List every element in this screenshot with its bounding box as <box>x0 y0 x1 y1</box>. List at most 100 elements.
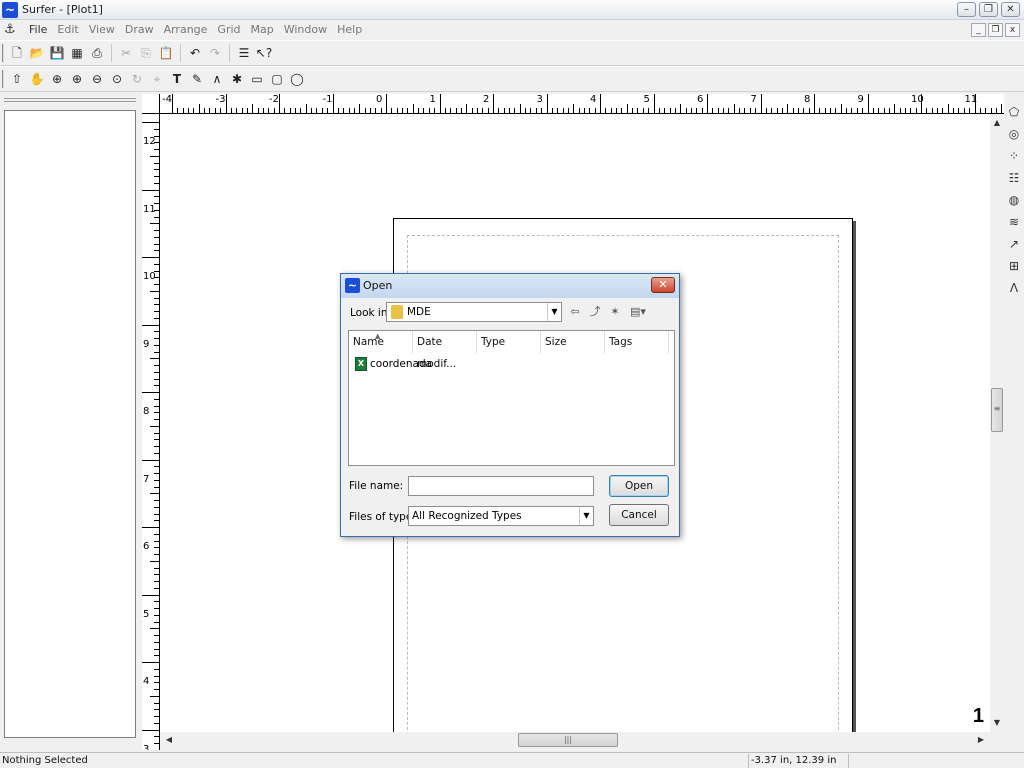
menu-help[interactable]: Help <box>332 23 367 36</box>
scroll-left-icon[interactable]: ◀ <box>162 733 176 747</box>
ruler-tick <box>616 108 618 113</box>
text-tool-icon[interactable]: T <box>168 70 186 88</box>
surfer-app-icon[interactable]: ~ <box>2 2 18 18</box>
ruler-tick <box>154 162 159 164</box>
zoom-in-rect-icon[interactable]: ⊕ <box>68 70 86 88</box>
object-manager-icon[interactable]: ☰ <box>235 44 253 62</box>
paste-icon[interactable]: 📋 <box>157 44 175 62</box>
copy-icon[interactable]: ⎘ <box>137 44 155 62</box>
ruler-tick <box>824 108 826 113</box>
post-map-icon[interactable]: ⁘ <box>1006 148 1022 164</box>
close-button[interactable]: ✕ <box>1001 2 1020 17</box>
ruler-tick <box>154 486 159 488</box>
ruler-tick <box>632 108 634 113</box>
image-map-icon[interactable]: ◍ <box>1006 192 1022 208</box>
vector-map-icon[interactable]: ↗ <box>1006 236 1022 252</box>
open-button[interactable]: Open <box>609 475 669 497</box>
doc-restore-button[interactable]: ❐ <box>988 23 1003 37</box>
ruler-tick <box>142 662 159 663</box>
doc-minimize-button[interactable]: _ <box>971 23 986 37</box>
column-header-date[interactable]: Date modif... <box>413 331 477 370</box>
maximize-button[interactable]: ❐ <box>979 2 998 17</box>
title-bar: ~ Surfer - [Plot1] – ❐ ✕ <box>0 0 1024 20</box>
files-of-type-dropdown[interactable]: All Recognized Types ▼ <box>408 506 594 526</box>
ruler-tick <box>915 108 917 113</box>
document-menu-icon[interactable]: ⚓ <box>4 22 20 38</box>
back-arrow-icon[interactable]: ⇦ <box>567 304 583 320</box>
scroll-down-icon[interactable]: ▼ <box>990 716 1004 730</box>
ruler-label: 6 <box>143 541 150 552</box>
pan-hand-icon[interactable]: ✋ <box>28 70 46 88</box>
contour-map-icon[interactable]: ◎ <box>1006 126 1022 142</box>
look-in-dropdown[interactable]: MDE ▼ <box>386 302 562 322</box>
rounded-rect-tool-icon[interactable]: ▢ <box>268 70 286 88</box>
file-list[interactable]: ▲ Name Date modif... Type Size Tags X co… <box>348 330 675 466</box>
ruler-tick <box>450 108 452 113</box>
menu-map[interactable]: Map <box>246 23 279 36</box>
chevron-down-icon[interactable]: ▼ <box>579 507 593 525</box>
worksheet-icon[interactable]: ▦ <box>68 44 86 62</box>
dialog-title-bar[interactable]: ~ Open ✕ <box>341 274 679 298</box>
ellipse-tool-icon[interactable]: ◯ <box>288 70 306 88</box>
object-tree[interactable] <box>4 110 136 738</box>
new-folder-icon[interactable]: ✶ <box>607 304 623 320</box>
surface-icon[interactable]: Λ <box>1006 280 1022 296</box>
rectangle-tool-icon[interactable]: ▭ <box>248 70 266 88</box>
doc-close-button[interactable]: x <box>1005 23 1020 37</box>
ruler-tick <box>926 108 928 113</box>
wireframe-icon[interactable]: ⊞ <box>1006 258 1022 274</box>
ruler-tick <box>316 108 318 113</box>
menu-draw[interactable]: Draw <box>120 23 159 36</box>
help-pointer-icon[interactable]: ↖? <box>255 44 273 62</box>
base-map-icon[interactable]: ⬠ <box>1006 104 1022 120</box>
redo-icon[interactable]: ↷ <box>206 44 224 62</box>
polygon-tool-icon[interactable]: ✎ <box>188 70 206 88</box>
ruler-tick <box>150 695 159 697</box>
horizontal-scrollbar[interactable]: ◀ ||| ▶ <box>160 732 990 748</box>
menu-view[interactable]: View <box>84 23 120 36</box>
panel-grip[interactable] <box>4 98 136 102</box>
chevron-down-icon[interactable]: ▼ <box>547 303 561 321</box>
ruler-tick <box>444 108 446 113</box>
cut-icon[interactable]: ✂ <box>117 44 135 62</box>
view-menu-icon[interactable]: ▤▾ <box>627 304 649 320</box>
ruler-tick <box>883 108 885 113</box>
polyline-tool-icon[interactable]: ∧ <box>208 70 226 88</box>
scroll-right-icon[interactable]: ▶ <box>974 733 988 747</box>
vertical-scroll-thumb[interactable]: ≡ <box>991 388 1003 432</box>
shaded-relief-icon[interactable]: ≋ <box>1006 214 1022 230</box>
select-arrow-icon[interactable]: ⇧ <box>8 70 26 88</box>
column-header-name[interactable]: ▲ Name <box>349 331 413 353</box>
menu-grid[interactable]: Grid <box>212 23 245 36</box>
file-item-coordenada[interactable]: X coordenada <box>355 357 432 371</box>
undo-icon[interactable]: ↶ <box>186 44 204 62</box>
zoom-out-icon[interactable]: ⊖ <box>88 70 106 88</box>
column-header-size[interactable]: Size <box>541 331 605 353</box>
digitize-icon[interactable]: ⌖ <box>148 70 166 88</box>
file-name-input[interactable] <box>408 476 594 496</box>
vertical-scrollbar[interactable]: ▲ ≡ ▼ <box>990 114 1004 732</box>
minimize-button[interactable]: – <box>957 2 976 17</box>
new-file-icon[interactable]: 🗋 <box>8 44 26 62</box>
symbol-tool-icon[interactable]: ✱ <box>228 70 246 88</box>
column-header-type[interactable]: Type <box>477 331 541 353</box>
menu-edit[interactable]: Edit <box>52 23 83 36</box>
save-icon[interactable]: 💾 <box>48 44 66 62</box>
horizontal-scroll-thumb[interactable]: ||| <box>518 733 618 747</box>
scroll-up-icon[interactable]: ▲ <box>990 116 1004 130</box>
print-icon[interactable]: ⎙ <box>88 44 106 62</box>
zoom-fit-icon[interactable]: ⊙ <box>108 70 126 88</box>
ruler-tick <box>337 108 339 113</box>
column-header-tags[interactable]: Tags <box>605 331 669 353</box>
cancel-button[interactable]: Cancel <box>609 504 669 526</box>
zoom-in-icon[interactable]: ⊕ <box>48 70 66 88</box>
menu-arrange[interactable]: Arrange <box>159 23 213 36</box>
classed-post-icon[interactable]: ☷ <box>1006 170 1022 186</box>
ruler-tick <box>154 709 159 711</box>
menu-window[interactable]: Window <box>279 23 332 36</box>
open-folder-icon[interactable]: 📂 <box>28 44 46 62</box>
menu-file[interactable]: File <box>24 23 52 36</box>
redraw-icon[interactable]: ↻ <box>128 70 146 88</box>
up-folder-icon[interactable]: ⤴ <box>587 304 603 320</box>
dialog-close-button[interactable]: ✕ <box>651 277 675 293</box>
